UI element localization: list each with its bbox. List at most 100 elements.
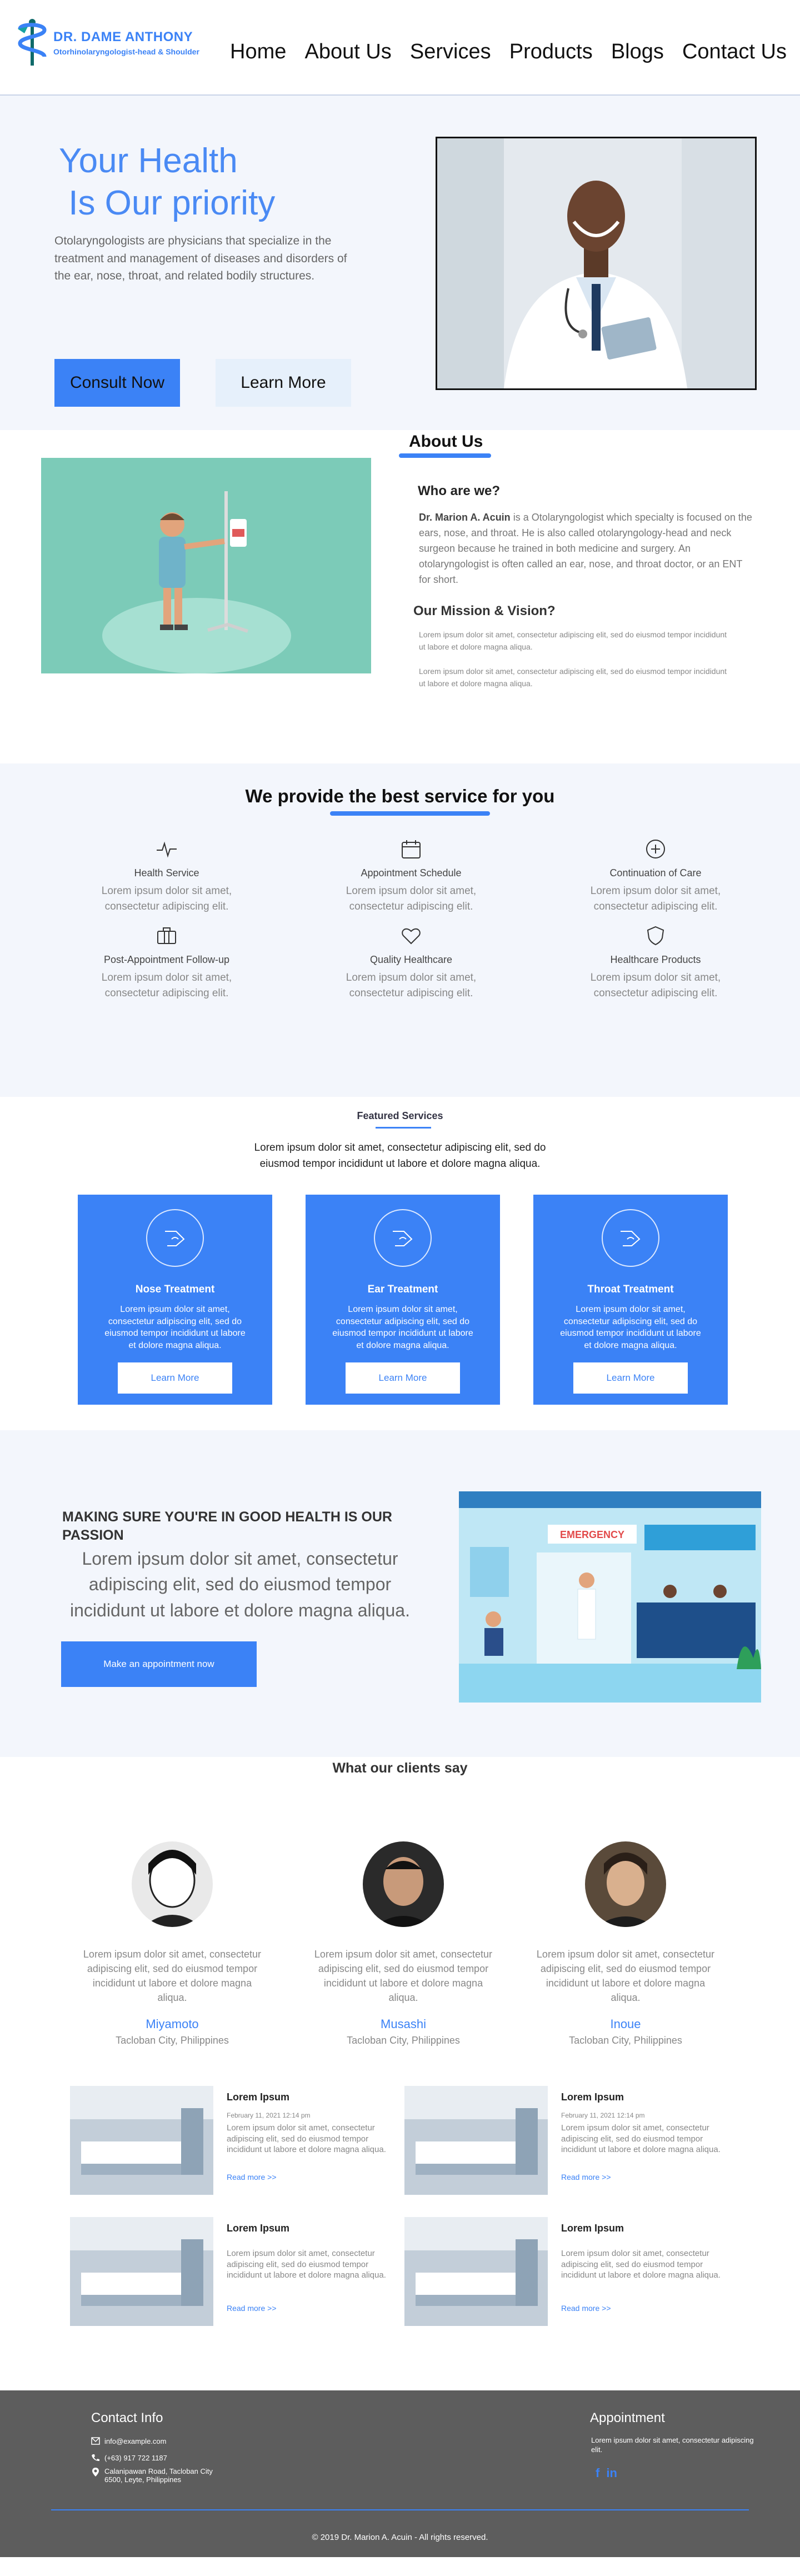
read-more-link[interactable]: Read more >>: [227, 2304, 277, 2313]
footer-divider: [51, 2509, 749, 2510]
featured-section: Featured Services Lorem ipsum dolor sit …: [0, 1097, 800, 1430]
service-item[interactable]: Quality Healthcare Lorem ipsum dolor sit…: [322, 925, 500, 1001]
briefcase-icon: [157, 927, 176, 944]
blog-post-excerpt: Lorem ipsum dolor sit amet, consectetur …: [227, 2123, 386, 2154]
facebook-icon[interactable]: f: [596, 2466, 599, 2480]
blog-post: Lorem Ipsum Lorem ipsum dolor sit amet, …: [70, 2217, 392, 2328]
phone-icon: [92, 2454, 99, 2461]
service-title: Health Service: [134, 867, 199, 878]
services-title: We provide the best service for you: [245, 786, 555, 806]
read-more-link[interactable]: Read more >>: [227, 2173, 277, 2181]
nose-icon: [374, 1209, 432, 1267]
mail-icon: [91, 2437, 100, 2445]
testimonial-text: Lorem ipsum dolor sit amet, consectetur …: [83, 1949, 262, 2004]
service-item[interactable]: Continuation of Care Lorem ipsum dolor s…: [567, 838, 744, 914]
blog-post: Lorem Ipsum February 11, 2021 12:14 pm L…: [70, 2086, 392, 2197]
card-learn-more-button[interactable]: Learn More: [573, 1362, 688, 1394]
patient-illustration: [41, 458, 371, 673]
mission-text-2: Lorem ipsum dolor sit amet, consectetur …: [419, 667, 727, 688]
testimonial-name: Musashi: [381, 2017, 426, 2031]
service-title: Post-Appointment Follow-up: [103, 954, 230, 965]
read-more-link[interactable]: Read more >>: [561, 2173, 611, 2181]
passion-text: Lorem ipsum dolor sit amet, consectetur …: [70, 1549, 410, 1620]
blog-post-image[interactable]: [404, 2217, 548, 2326]
doctor-illustration: [437, 138, 755, 388]
nav-about-us[interactable]: About Us: [304, 40, 391, 64]
avatar: [363, 1841, 444, 1927]
testimonial-text: Lorem ipsum dolor sit amet, consectetur …: [314, 1949, 493, 2004]
testimonials-title: What our clients say: [332, 1760, 468, 1776]
logo[interactable]: DR. DAME ANTHONY Otorhinolaryngologist-h…: [16, 18, 199, 68]
nav-products[interactable]: Products: [509, 40, 593, 64]
nav-home[interactable]: Home: [230, 40, 286, 64]
testimonial-name: Miyamoto: [146, 2017, 199, 2031]
service-item[interactable]: Post-Appointment Follow-up Lorem ipsum d…: [78, 925, 256, 1001]
blog-post: Lorem Ipsum Lorem ipsum dolor sit amet, …: [404, 2217, 727, 2328]
featured-title: Featured Services: [357, 1110, 443, 1121]
emergency-sign: EMERGENCY: [560, 1529, 624, 1540]
learn-more-button[interactable]: Learn More: [216, 359, 351, 407]
card-text: Lorem ipsum dolor sit amet, consectetur …: [560, 1305, 701, 1350]
service-text: Lorem ipsum dolor sit amet, consectetur …: [101, 972, 232, 999]
read-more-link[interactable]: Read more >>: [561, 2304, 611, 2313]
blog-section: Lorem Ipsum February 11, 2021 12:14 pm L…: [0, 2086, 800, 2390]
make-appointment-button[interactable]: Make an appointment now: [61, 1641, 257, 1687]
service-text: Lorem ipsum dolor sit amet, consectetur …: [346, 972, 477, 999]
testimonials-section: What our clients say Lorem ipsum dolor s…: [0, 1757, 800, 2086]
social-links: f in: [596, 2466, 624, 2480]
about-underline: [399, 453, 491, 458]
service-title: Appointment Schedule: [361, 867, 462, 878]
blog-post-image[interactable]: [70, 2086, 213, 2195]
nav-contact-us[interactable]: Contact Us: [682, 40, 787, 64]
blog-post-title[interactable]: Lorem Ipsum: [227, 2091, 289, 2103]
service-item[interactable]: Healthcare Products Lorem ipsum dolor si…: [567, 925, 744, 1001]
nose-icon: [602, 1209, 659, 1267]
featured-card-throat: Throat Treatment Lorem ipsum dolor sit a…: [533, 1195, 728, 1405]
blog-post-image[interactable]: [70, 2217, 213, 2326]
caduceus-logo-icon: [18, 19, 47, 66]
nav-blogs[interactable]: Blogs: [611, 40, 664, 64]
shield-icon: [647, 926, 664, 946]
site-header: DR. DAME ANTHONY Otorhinolaryngologist-h…: [0, 0, 800, 96]
blog-post-title[interactable]: Lorem Ipsum: [227, 2223, 289, 2234]
heart-icon: [402, 928, 421, 945]
hero-section: Your Health Is Our priority Otolaryngolo…: [0, 96, 800, 430]
blog-post-title[interactable]: Lorem Ipsum: [561, 2091, 624, 2103]
testimonial-card: Lorem ipsum dolor sit amet, consectetur …: [309, 1841, 498, 2046]
pulse-icon: [157, 841, 177, 858]
blog-post-date: February 11, 2021 12:14 pm: [561, 2111, 645, 2119]
main-nav: Home About Us Services Products Blogs Co…: [230, 40, 787, 64]
hero-title-line1: Your Health: [59, 142, 238, 180]
hero-title-line2: Is Our priority: [68, 183, 276, 222]
footer-email[interactable]: info@example.com: [91, 2437, 166, 2445]
service-item[interactable]: Health Service Lorem ipsum dolor sit ame…: [78, 838, 256, 914]
service-item[interactable]: Appointment Schedule Lorem ipsum dolor s…: [322, 838, 500, 914]
service-title: Quality Healthcare: [369, 954, 453, 965]
avatar: [585, 1841, 666, 1927]
featured-underline: [376, 1127, 431, 1129]
card-title: Throat Treatment: [587, 1284, 674, 1295]
blog-post-excerpt: Lorem ipsum dolor sit amet, consectetur …: [561, 2123, 721, 2154]
blog-post-image[interactable]: [404, 2086, 548, 2195]
card-learn-more-button[interactable]: Learn More: [118, 1362, 232, 1394]
service-text: Lorem ipsum dolor sit amet, consectetur …: [590, 972, 721, 999]
services-underline: [330, 811, 490, 816]
address-line2: 6500, Leyte, Philippines: [104, 2475, 182, 2484]
nav-services[interactable]: Services: [410, 40, 491, 64]
consult-now-button[interactable]: Consult Now: [54, 359, 180, 407]
footer-phone[interactable]: (+63) 917 722 1187: [91, 2454, 167, 2462]
testimonial-text: Lorem ipsum dolor sit amet, consectetur …: [536, 1949, 715, 2004]
passion-section: MAKING SURE YOU'RE IN GOOD HEALTH IS OUR…: [0, 1430, 800, 1757]
card-learn-more-button[interactable]: Learn More: [346, 1362, 460, 1394]
linkedin-icon[interactable]: in: [606, 2466, 617, 2480]
blog-post-excerpt: Lorem ipsum dolor sit amet, consectetur …: [561, 2249, 721, 2280]
testimonial-name: Inoue: [610, 2017, 641, 2031]
hospital-illustration: EMERGENCY: [459, 1491, 761, 1703]
blog-post: Lorem Ipsum February 11, 2021 12:14 pm L…: [404, 2086, 727, 2197]
service-text: Lorem ipsum dolor sit amet, consectetur …: [101, 885, 232, 912]
calendar-icon: [402, 840, 421, 858]
footer-address-text: Calanipawan Road, Tacloban City 6500, Ley…: [104, 2467, 213, 2484]
featured-card-ear: Ear Treatment Lorem ipsum dolor sit amet…: [306, 1195, 500, 1405]
blog-post-title[interactable]: Lorem Ipsum: [561, 2223, 624, 2234]
mission-title: Our Mission & Vision?: [413, 603, 556, 618]
